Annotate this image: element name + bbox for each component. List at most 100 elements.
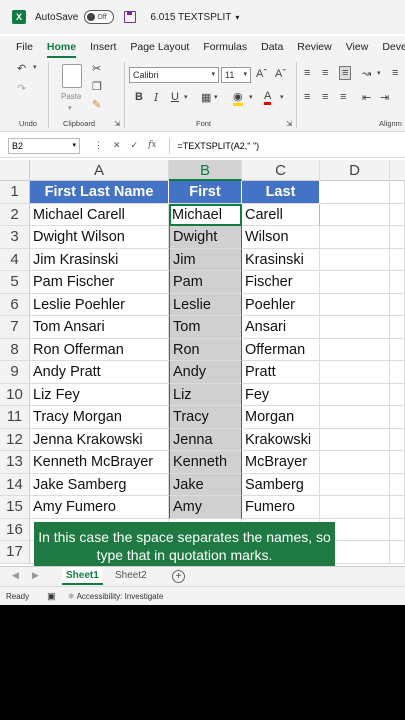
redo-icon[interactable]: ↷ [17, 82, 26, 95]
tab-home[interactable]: Home [46, 36, 77, 58]
cell-a[interactable]: Tom Ansari [30, 316, 169, 339]
tab-insert[interactable]: Insert [90, 36, 116, 58]
cell-d[interactable] [320, 451, 390, 474]
row-header[interactable]: 17 [0, 541, 30, 564]
bold-icon[interactable]: B [135, 91, 143, 103]
accessibility-status[interactable]: ⚛ Accessibility: Investigate [68, 592, 164, 601]
undo-dropdown-icon[interactable]: ▾ [33, 63, 37, 71]
sheet-tab-sheet1[interactable]: Sheet1 [62, 567, 103, 585]
sheet-tab-sheet2[interactable]: Sheet2 [115, 567, 147, 585]
row-header[interactable]: 8 [0, 338, 30, 361]
cell-c[interactable]: Pratt [242, 361, 320, 384]
cell-d[interactable] [320, 383, 390, 406]
cell-e[interactable] [390, 338, 405, 361]
save-icon[interactable] [124, 11, 137, 23]
row-header[interactable]: 13 [0, 451, 30, 474]
row-header[interactable]: 10 [0, 383, 30, 406]
row-header[interactable]: 5 [0, 271, 30, 294]
sheet-prev-icon[interactable]: ◀ [12, 570, 19, 581]
cell-b[interactable]: Andy [169, 361, 242, 384]
cell-c[interactable]: Offerman [242, 338, 320, 361]
cell-d[interactable] [320, 428, 390, 451]
clipboard-launcher-icon[interactable]: ⇲ [114, 119, 120, 128]
cell-c[interactable]: Morgan [242, 406, 320, 429]
cell-c[interactable]: Krakowski [242, 428, 320, 451]
underline-icon[interactable]: U [171, 91, 179, 103]
font-color-dropdown-icon[interactable]: ▾ [280, 93, 284, 101]
cell-e[interactable] [390, 496, 405, 519]
macro-record-icon[interactable]: ▣ [47, 591, 56, 602]
cell-b[interactable]: Tracy [169, 406, 242, 429]
increase-indent-icon[interactable]: ⇥ [380, 91, 389, 104]
align-right-icon[interactable]: ≡ [340, 91, 346, 103]
cell-b[interactable]: Liz [169, 383, 242, 406]
decrease-indent-icon[interactable]: ⇤ [362, 91, 371, 104]
cell-a[interactable]: Jake Samberg [30, 473, 169, 496]
cell-e[interactable] [390, 293, 405, 316]
enter-icon[interactable]: ✓ [131, 140, 139, 151]
cell-e[interactable] [390, 248, 405, 271]
cell-d[interactable] [320, 406, 390, 429]
italic-icon[interactable]: I [154, 91, 158, 104]
cell-e[interactable] [390, 361, 405, 384]
row-header[interactable]: 3 [0, 226, 30, 249]
copy-icon[interactable]: ❐ [92, 80, 102, 93]
row-header[interactable]: 14 [0, 473, 30, 496]
tab-review[interactable]: Review [297, 36, 331, 58]
cell-b-active[interactable]: Michael [169, 203, 242, 226]
align-bottom-icon[interactable]: ≡ [339, 66, 352, 80]
cell-b[interactable]: Jim [169, 248, 242, 271]
underline-dropdown-icon[interactable]: ▾ [184, 93, 188, 101]
tab-view[interactable]: View [346, 36, 369, 58]
row-header[interactable]: 1 [0, 181, 30, 204]
row-header[interactable]: 12 [0, 428, 30, 451]
cell-a1[interactable]: First Last Name [30, 181, 169, 204]
cell-e[interactable] [390, 451, 405, 474]
paste-label[interactable]: Paste [61, 92, 81, 101]
cell-e[interactable] [390, 316, 405, 339]
formula-input[interactable]: =TEXTSPLIT(A2," ") [168, 137, 259, 154]
cell-e[interactable] [390, 383, 405, 406]
align-middle-icon[interactable]: ≡ [322, 67, 328, 79]
fill-color-icon[interactable]: ◉ [233, 90, 243, 106]
cell-e[interactable] [390, 541, 405, 564]
cell-b[interactable]: Ron [169, 338, 242, 361]
cell-a[interactable]: Pam Fischer [30, 271, 169, 294]
cell-b[interactable]: Kenneth [169, 451, 242, 474]
align-center-icon[interactable]: ≡ [322, 91, 328, 103]
format-painter-icon[interactable]: ✎ [92, 98, 101, 111]
increase-font-icon[interactable]: Aˆ [256, 68, 267, 80]
cell-c[interactable]: Fey [242, 383, 320, 406]
fill-color-dropdown-icon[interactable]: ▾ [249, 93, 253, 101]
row-header[interactable]: 6 [0, 293, 30, 316]
cell-e[interactable] [390, 203, 405, 226]
cell-d[interactable] [320, 248, 390, 271]
cell-c[interactable]: Carell [242, 203, 320, 226]
cell-d[interactable] [320, 473, 390, 496]
cell-c[interactable]: Fumero [242, 496, 320, 519]
row-header[interactable]: 7 [0, 316, 30, 339]
cell-e[interactable] [390, 406, 405, 429]
cell-a[interactable]: Amy Fumero [30, 496, 169, 519]
cell-a[interactable]: Jenna Krakowski [30, 428, 169, 451]
cell-b[interactable]: Dwight [169, 226, 242, 249]
borders-dropdown-icon[interactable]: ▾ [214, 93, 218, 101]
cell-b[interactable]: Pam [169, 271, 242, 294]
borders-icon[interactable]: ▦ [201, 91, 211, 104]
cell-d[interactable] [320, 203, 390, 226]
orientation-icon[interactable]: ↝ [362, 67, 371, 80]
font-size-select[interactable]: 11 ▾ [221, 67, 251, 83]
column-header-d[interactable]: D [320, 160, 390, 181]
tab-page-layout[interactable]: Page Layout [130, 36, 189, 58]
autosave-toggle[interactable]: Off [84, 10, 115, 24]
font-color-icon[interactable]: A [264, 90, 272, 105]
cell-d[interactable] [320, 293, 390, 316]
cell-a[interactable]: Liz Fey [30, 383, 169, 406]
cell-b[interactable]: Amy [169, 496, 242, 519]
cell-e[interactable] [390, 428, 405, 451]
paste-dropdown-icon[interactable]: ▾ [68, 104, 72, 112]
cell-b[interactable]: Leslie [169, 293, 242, 316]
cell-a[interactable]: Kenneth McBrayer [30, 451, 169, 474]
cell-c[interactable]: Ansari [242, 316, 320, 339]
cell-a[interactable]: Dwight Wilson [30, 226, 169, 249]
